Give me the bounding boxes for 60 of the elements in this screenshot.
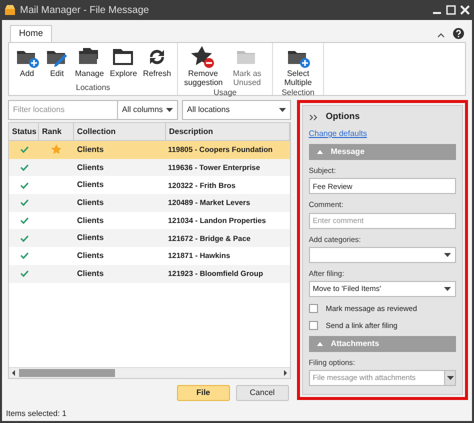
column-header[interactable]: Description (166, 123, 290, 140)
status-bar-text: Items selected: 1 (5, 408, 68, 420)
caret-icon (278, 108, 286, 112)
scroll-left-icon[interactable] (11, 370, 17, 376)
column-header[interactable]: Status (9, 123, 39, 140)
ribbon-button[interactable]: Refresh (141, 45, 174, 78)
table-cell-text: Clients (76, 250, 105, 262)
check-icon (20, 270, 28, 278)
caret-icon (446, 376, 454, 380)
help-icon[interactable] (453, 28, 464, 39)
close-icon[interactable] (460, 5, 470, 15)
maximize-icon[interactable] (446, 5, 456, 15)
table-cell-text: Clients (76, 232, 105, 244)
cancel-button[interactable]: Cancel (236, 385, 289, 401)
check-icon (20, 146, 28, 154)
horizontal-scrollbar[interactable] (9, 367, 290, 378)
checkbox[interactable] (308, 304, 318, 314)
collapse-arrow-icon (316, 150, 323, 154)
check-icon (20, 182, 28, 189)
window-title: Mail Manager - File Message (20, 4, 150, 18)
checkbox[interactable] (308, 321, 318, 330)
group-label: Locations (76, 82, 110, 94)
column-header[interactable]: Collection (74, 123, 166, 140)
collapse-arrow-icon (316, 342, 323, 346)
ribbon-button[interactable]: Edit (43, 45, 71, 78)
scrollbar-thumb[interactable] (19, 369, 115, 377)
group-label: Selection (282, 87, 315, 99)
table-cell-text: Clients (76, 162, 105, 174)
ribbon-button[interactable]: Manage (73, 45, 106, 78)
expand-chevron-icon[interactable] (308, 114, 318, 120)
caret-icon (444, 287, 451, 291)
check-icon (20, 217, 28, 224)
ribbon-button[interactable]: Explore (108, 45, 140, 78)
filter-field[interactable]: Filter locations (8, 100, 118, 120)
caret-icon (444, 252, 451, 257)
ribbon-button[interactable]: Select Multiple (277, 45, 320, 87)
ribbon-tab[interactable]: Home (10, 25, 52, 42)
table-cell-text: Clients (76, 268, 105, 280)
app-logo-icon (4, 4, 16, 16)
check-icon (20, 164, 28, 172)
columns-dropdown[interactable]: All columns (118, 100, 178, 120)
change-defaults-link[interactable]: Change defaults (308, 128, 456, 140)
collapse-ribbon-icon[interactable] (437, 32, 445, 38)
check-icon (20, 199, 28, 206)
star-minus-icon (191, 45, 216, 69)
locations-dropdown[interactable]: All locations (182, 100, 291, 120)
ribbon-button[interactable]: Remove suggestion (182, 45, 224, 87)
table-cell-text: Clients (76, 214, 105, 227)
ribbon-button[interactable]: Add (13, 45, 41, 78)
table-cell-text: Clients (76, 179, 105, 192)
column-header[interactable]: Rank (39, 123, 74, 140)
group-label: Usage (214, 87, 237, 99)
table-cell-text: Clients (76, 196, 105, 209)
caret-icon (166, 108, 173, 112)
check-icon (20, 234, 28, 242)
file-button[interactable]: File (176, 385, 230, 401)
scroll-right-icon[interactable] (282, 370, 288, 376)
panel-title: Options (326, 110, 360, 124)
table-cell-text: Clients (76, 144, 105, 156)
check-icon (20, 252, 28, 260)
